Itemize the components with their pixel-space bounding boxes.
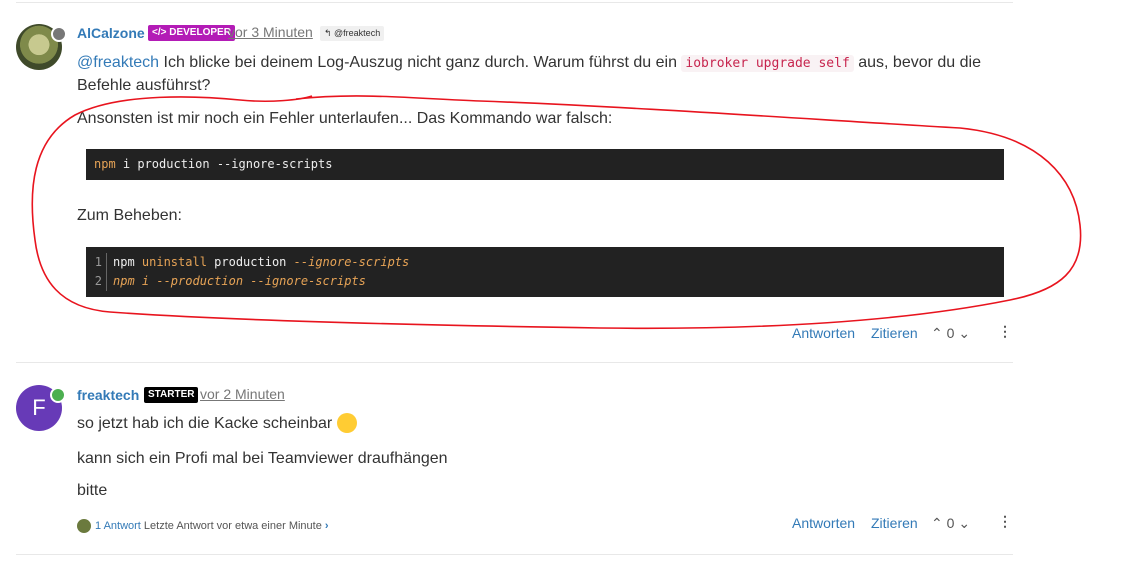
reply-to-link[interactable]: ↰ @freaktech — [320, 26, 385, 41]
post-paragraph-1: so jetzt hab ich die Kacke scheinbar — [77, 412, 357, 436]
code-line: npm i production --ignore-scripts — [86, 149, 1004, 174]
downvote-icon[interactable]: ⌄ — [958, 515, 970, 531]
post-timestamp[interactable]: vor 2 Minuten — [200, 386, 285, 402]
vote-count: 0 — [946, 325, 955, 341]
status-indicator-online — [50, 387, 66, 403]
code-token: production — [206, 255, 287, 269]
reply-button[interactable]: Antworten — [792, 325, 855, 341]
quote-button[interactable]: Zitieren — [871, 515, 918, 531]
code-block-numbered: 1 npm uninstall production --ignore-scrip… — [86, 247, 1004, 297]
code-line: 1 npm uninstall production --ignore-scrip… — [86, 253, 1004, 272]
paragraph-text: aus, bevor du die — [853, 54, 981, 71]
upvote-icon[interactable]: ⌃ — [931, 515, 943, 531]
code-token: uninstall — [134, 255, 207, 269]
bottom-divider — [16, 554, 1013, 555]
vote-count: 0 — [946, 515, 955, 531]
starter-badge: STARTER — [144, 387, 199, 403]
chevron-right-icon: › — [324, 519, 329, 532]
code-token: npm — [94, 157, 116, 171]
post-author[interactable]: AlCalzone — [77, 25, 145, 41]
quote-button[interactable]: Zitieren — [871, 325, 918, 341]
replies-last: Letzte Antwort vor etwa einer Minute — [140, 519, 322, 532]
post-timestamp[interactable]: vor 3 Minuten — [228, 24, 313, 40]
line-number: 2 — [86, 272, 107, 291]
post-paragraph-1-cont: Befehle ausführst? — [77, 77, 211, 94]
avatar-letter: F — [32, 395, 46, 420]
code-token: npm i --production --ignore-scripts — [113, 274, 366, 288]
replies-count: 1 Antwort — [95, 519, 141, 532]
post-paragraph-2: kann sich ein Profi mal bei Teamviewer d… — [77, 450, 448, 467]
reply-avatar — [77, 519, 91, 533]
developer-badge: </> DEVELOPER — [148, 25, 235, 41]
post-paragraph-3: bitte — [77, 482, 108, 499]
code-block: npm i production --ignore-scripts — [86, 149, 1004, 180]
vote-controls: ⌃ 0 ⌄ — [931, 515, 970, 532]
post-paragraph-1: @freaktech Ich blicke bei deinem Log-Aus… — [77, 51, 1007, 76]
post-divider — [16, 362, 1013, 363]
post-paragraph-2: Ansonsten ist mir noch ein Fehler unterl… — [77, 110, 613, 127]
top-divider — [16, 2, 1013, 3]
vote-controls: ⌃ 0 ⌄ — [931, 325, 970, 342]
paragraph-text: Ich blicke bei deinem Log-Auszug nicht g… — [159, 54, 682, 71]
frowning-face-icon — [336, 412, 357, 433]
status-indicator-away — [51, 26, 67, 42]
code-token: i production --ignore-scripts — [115, 157, 333, 171]
upvote-icon[interactable]: ⌃ — [931, 325, 943, 341]
fix-label: Zum Beheben: — [77, 207, 182, 224]
code-line: 2 npm i --production --ignore-scripts — [86, 272, 1004, 291]
downvote-icon[interactable]: ⌄ — [958, 325, 970, 341]
replies-link[interactable]: 1 Antwort Letzte Antwort vor etwa einer … — [77, 519, 329, 533]
post-author[interactable]: freaktech — [77, 387, 139, 403]
code-token: npm — [113, 255, 135, 269]
mention-link[interactable]: @freaktech — [77, 54, 159, 71]
post-menu-icon[interactable]: ⋮ — [998, 513, 1012, 530]
post-menu-icon[interactable]: ⋮ — [998, 323, 1012, 340]
code-token: --ignore-scripts — [286, 255, 410, 269]
line-number: 1 — [86, 253, 107, 272]
inline-code: iobroker upgrade self — [681, 55, 854, 72]
paragraph-text: so jetzt hab ich die Kacke scheinbar — [77, 415, 333, 432]
reply-button[interactable]: Antworten — [792, 515, 855, 531]
